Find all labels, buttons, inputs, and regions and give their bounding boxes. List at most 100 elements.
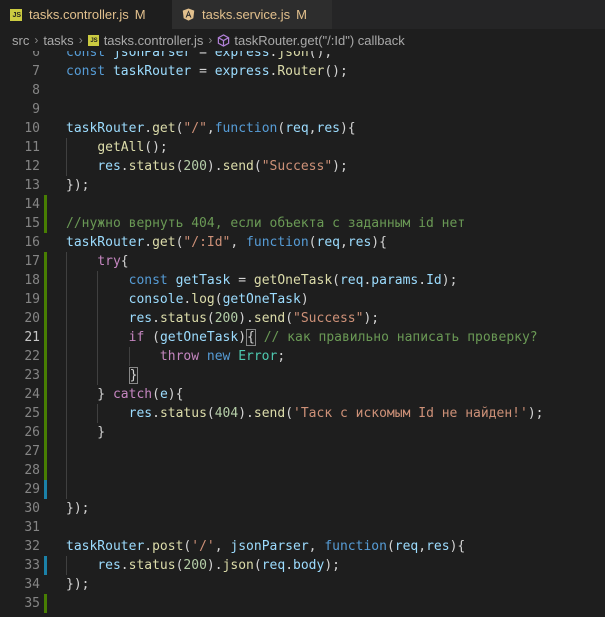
line-number: 8 — [32, 83, 40, 98]
code-text: res.status(200).send("Success"); — [128, 311, 380, 326]
code-line[interactable]: 35 — [0, 594, 605, 613]
git-added-marker[interactable] — [44, 404, 47, 423]
line-number: 22 — [24, 349, 40, 364]
code-text: const getTask = getOneTask(req.params.Id… — [128, 273, 458, 288]
tab-tasks-service[interactable]: tasks.service.js M — [172, 0, 332, 29]
code-text: res.status(404).send('Таск с искомым Id … — [128, 406, 544, 421]
git-added-marker[interactable] — [44, 461, 47, 480]
code-text: //нужно вернуть 404, если объекта с зада… — [66, 216, 466, 231]
code-line[interactable]: 30}); — [0, 499, 605, 518]
indent-guide — [66, 252, 67, 499]
line-number: 9 — [32, 102, 40, 117]
line-number: 21 — [24, 330, 40, 345]
code-line[interactable]: 32 taskRouter.post('/', jsonParser, funct… — [0, 537, 605, 556]
code-line[interactable]: 16 taskRouter.get("/:Id", function(req,re… — [0, 233, 605, 252]
line-number: 20 — [24, 311, 40, 326]
git-added-marker[interactable] — [44, 385, 47, 404]
breadcrumb-file[interactable]: tasks.controller.js — [104, 33, 204, 48]
line-number: 12 — [24, 159, 40, 174]
code-line[interactable]: 22 throw new Error; — [0, 347, 605, 366]
code-text: console.log(getOneTask) — [128, 292, 309, 307]
js-file-icon: JS — [10, 8, 22, 21]
git-added-marker[interactable] — [44, 290, 47, 309]
code-text: } — [128, 367, 139, 384]
line-number: 34 — [24, 577, 40, 592]
git-added-marker[interactable] — [44, 347, 47, 366]
line-number: 10 — [24, 121, 40, 136]
indent-guide — [66, 556, 67, 575]
line-number: 23 — [24, 368, 40, 383]
line-number: 15 — [24, 216, 40, 231]
git-modified-marker[interactable] — [44, 480, 47, 499]
code-line[interactable]: 8 — [0, 81, 605, 100]
git-added-marker[interactable] — [44, 214, 47, 233]
breadcrumb-symbol[interactable]: taskRouter.get("/:Id") callback — [234, 33, 404, 48]
tab-bar: JS tasks.controller.js M tasks.service.j… — [0, 0, 605, 29]
code-text: taskRouter.get("/:Id", function(req,res)… — [66, 235, 387, 250]
code-text: } — [66, 425, 106, 440]
line-number: 25 — [24, 406, 40, 421]
indent-guide — [97, 347, 99, 366]
git-added-marker[interactable] — [44, 328, 47, 347]
code-line[interactable]: 17 try{ — [0, 252, 605, 271]
line-number: 6 — [32, 51, 40, 60]
code-line[interactable]: 33 res.status(200).json(req.body); — [0, 556, 605, 575]
code-line[interactable]: 9 — [0, 100, 605, 119]
code-line[interactable]: 25 res.status(404).send('Таск с искомым … — [0, 404, 605, 423]
breadcrumb-tasks[interactable]: tasks — [43, 33, 73, 48]
line-number: 35 — [24, 596, 40, 611]
code-line[interactable]: 15 //нужно вернуть 404, если объекта с за… — [0, 214, 605, 233]
code-line[interactable]: 10 taskRouter.get("/",function(req,res){ — [0, 119, 605, 138]
code-text: taskRouter.post('/', jsonParser, functio… — [66, 539, 466, 554]
line-number: 28 — [24, 463, 40, 478]
code-line[interactable]: 24 } catch(e){ — [0, 385, 605, 404]
line-number: 7 — [32, 64, 40, 79]
code-text: }); — [66, 501, 90, 516]
code-line[interactable]: 11 getAll(); — [0, 138, 605, 157]
line-number: 31 — [24, 520, 40, 535]
git-added-marker[interactable] — [44, 309, 47, 328]
code-line[interactable]: 29 — [0, 480, 605, 499]
code-line[interactable]: 34}); — [0, 575, 605, 594]
line-number: 24 — [24, 387, 40, 402]
code-line[interactable]: 27 — [0, 442, 605, 461]
code-line[interactable]: 28 — [0, 461, 605, 480]
indent-guide — [128, 347, 130, 366]
indent-guide — [97, 366, 99, 385]
git-added-marker[interactable] — [44, 252, 47, 271]
code-line[interactable]: 12 res.status(200).send("Success"); — [0, 157, 605, 176]
code-line[interactable]: 6 const jsonParser = express.json(); — [0, 51, 605, 62]
tab-tasks-controller[interactable]: JS tasks.controller.js M — [0, 0, 172, 29]
git-added-marker[interactable] — [44, 594, 47, 613]
modified-badge: M — [296, 7, 307, 22]
code-line[interactable]: 21 if (getOneTask){ // как правильно нап… — [0, 328, 605, 347]
code-editor[interactable]: 6 const jsonParser = express.json(); 7 cons… — [0, 51, 605, 617]
git-added-marker[interactable] — [44, 442, 47, 461]
code-line[interactable]: 31 — [0, 518, 605, 537]
line-number: 19 — [24, 292, 40, 307]
code-line[interactable]: 14 — [0, 195, 605, 214]
code-line[interactable]: 20 res.status(200).send("Success"); — [0, 309, 605, 328]
git-added-marker[interactable] — [44, 366, 47, 385]
breadcrumb-src[interactable]: src — [12, 33, 29, 48]
tab-label: tasks.controller.js — [29, 7, 129, 22]
line-number: 30 — [24, 501, 40, 516]
code-line[interactable]: 19 console.log(getOneTask) — [0, 290, 605, 309]
git-added-marker[interactable] — [44, 195, 47, 214]
line-number: 32 — [24, 539, 40, 554]
tab-label: tasks.service.js — [202, 7, 291, 22]
js-file-icon: JS — [87, 34, 99, 46]
code-line[interactable]: 18 const getTask = getOneTask(req.params… — [0, 271, 605, 290]
line-number: 18 — [24, 273, 40, 288]
code-line[interactable]: 26 } — [0, 423, 605, 442]
code-text: taskRouter.get("/",function(req,res){ — [66, 121, 356, 136]
code-text: const jsonParser = express.json(); — [66, 51, 333, 60]
code-line[interactable]: 23 } — [0, 366, 605, 385]
code-line[interactable]: 7 const taskRouter = express.Router(); — [0, 62, 605, 81]
git-added-marker[interactable] — [44, 423, 47, 442]
git-added-marker[interactable] — [44, 271, 47, 290]
indent-guide — [97, 271, 99, 347]
code-line[interactable]: 13}); — [0, 176, 605, 195]
git-modified-marker[interactable] — [44, 556, 47, 575]
chevron-right-icon: › — [208, 33, 213, 47]
